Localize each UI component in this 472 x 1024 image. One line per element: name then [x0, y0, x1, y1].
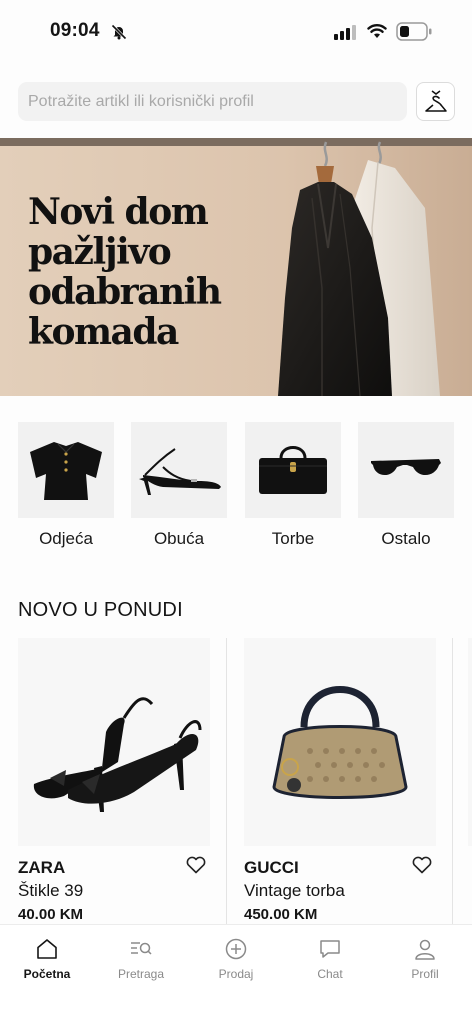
battery-icon	[396, 22, 432, 41]
category-clothing[interactable]: Odjeća	[18, 422, 114, 549]
category-row: Odjeća Obuća Torbe Ostalo	[18, 422, 455, 552]
category-thumb	[18, 422, 114, 518]
heart-icon[interactable]	[412, 856, 432, 874]
hero-title: Novi dom pažljivo odabranih komada	[28, 191, 222, 353]
product-name: Vintage torba	[244, 881, 345, 900]
product-card[interactable]: GUCCI Vintage torba 450.00 KM	[244, 638, 454, 924]
status-time: 09:04	[50, 20, 100, 41]
category-label: Ostalo	[381, 529, 431, 548]
wifi-icon	[367, 24, 387, 38]
home-icon	[37, 939, 57, 959]
category-label: Torbe	[271, 529, 315, 548]
category-label: Odjeća	[39, 529, 93, 548]
product-brand: ZARA	[18, 858, 66, 877]
tab-search[interactable]: Pretraga	[103, 937, 179, 981]
card-divider	[452, 638, 453, 924]
hanger-logo-button[interactable]	[416, 82, 455, 121]
bell-slash-icon	[111, 24, 127, 40]
product-card-peek[interactable]	[468, 638, 472, 924]
card-divider	[226, 638, 227, 924]
plus-circle-icon	[225, 938, 247, 960]
tab-label: Prodaj	[218, 967, 254, 981]
new-arrivals-title: NOVO U PONUDI	[18, 599, 183, 621]
product-name: Štikle 39	[18, 881, 84, 900]
search-box[interactable]	[18, 82, 407, 121]
category-bags[interactable]: Torbe	[245, 422, 341, 549]
shirt-icon	[30, 442, 102, 500]
cellular-signal-icon	[334, 25, 356, 40]
heart-icon[interactable]	[186, 856, 206, 874]
product-card[interactable]: ZARA Štikle 39 40.00 KM	[18, 638, 228, 924]
handbag-icon	[259, 446, 327, 494]
search-list-icon	[131, 942, 152, 955]
category-thumb	[245, 422, 341, 518]
product-price: 40.00 KM	[18, 906, 84, 923]
hero-banner[interactable]: Novi dom pažljivo odabranih komada	[0, 138, 472, 396]
category-other[interactable]: Ostalo	[358, 422, 454, 549]
tab-bar: Početna Pretraga Prodaj Chat Profil	[0, 924, 472, 1024]
product-price: 450.00 KM	[244, 906, 318, 923]
tab-label: Početna	[23, 967, 71, 981]
handbag-image	[272, 686, 408, 799]
tab-sell[interactable]: Prodaj	[198, 937, 274, 981]
tab-label: Pretraga	[117, 967, 165, 981]
category-thumb	[131, 422, 227, 518]
category-shoes[interactable]: Obuća	[131, 422, 227, 549]
product-image	[468, 638, 472, 846]
tab-label: Profil	[411, 967, 439, 981]
status-bar: 09:04	[0, 0, 472, 62]
product-brand: GUCCI	[244, 858, 299, 877]
tab-chat[interactable]: Chat	[292, 937, 368, 981]
heels-image	[33, 697, 202, 812]
tab-label: Chat	[317, 967, 343, 981]
search-input[interactable]	[18, 82, 407, 121]
product-image	[244, 638, 436, 846]
category-thumb	[358, 422, 454, 518]
category-label: Obuća	[153, 529, 205, 548]
user-icon	[415, 939, 435, 960]
product-carousel[interactable]: ZARA Štikle 39 40.00 KM GUCCI Vintage to…	[0, 638, 472, 924]
heel-shoe-icon	[139, 448, 221, 495]
product-image	[18, 638, 210, 846]
sunglasses-icon	[371, 459, 441, 476]
tab-home[interactable]: Početna	[9, 937, 85, 981]
chat-icon	[320, 940, 340, 958]
tab-profile[interactable]: Profil	[387, 937, 463, 981]
hanger-logo-icon	[424, 89, 447, 112]
